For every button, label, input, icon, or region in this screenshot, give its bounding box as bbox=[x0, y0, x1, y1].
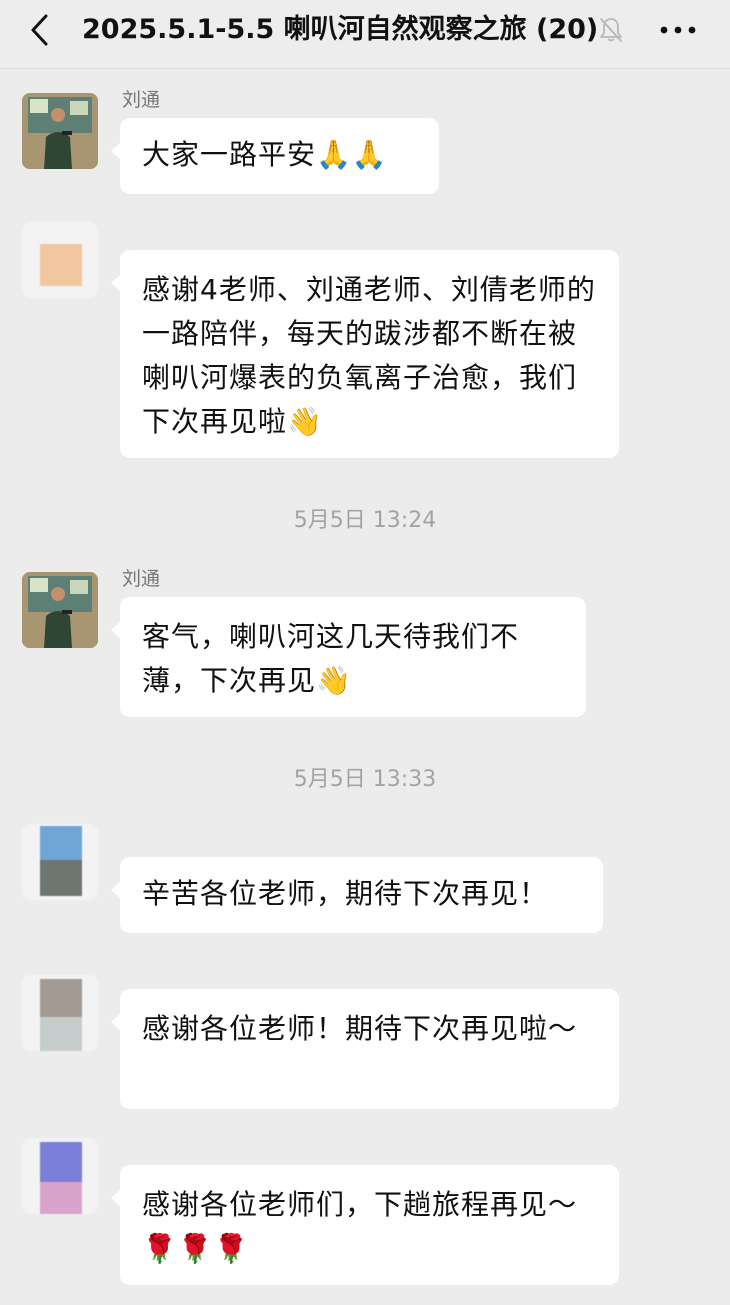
chat-title: 2025.5.1-5.5 喇叭河自然观察之旅 bbox=[82, 14, 527, 45]
timestamp: 5月5日 13:33 bbox=[293, 767, 437, 792]
back-button[interactable] bbox=[20, 10, 60, 50]
avatar-liutong[interactable] bbox=[22, 572, 98, 648]
avatar-member[interactable] bbox=[22, 975, 98, 1051]
avatar-block bbox=[40, 826, 82, 860]
message-bubble[interactable]: 辛苦各位老师，期待下次再见！ bbox=[111, 857, 603, 933]
avatar-block bbox=[40, 1142, 82, 1182]
message-bubble[interactable]: 感谢4老师、刘通老师、刘倩老师的一路陪伴，每天的跋涉都不断在被喇叭河爆表的负氧离… bbox=[111, 250, 619, 458]
more-button[interactable] bbox=[656, 18, 700, 42]
avatar-block bbox=[40, 1017, 82, 1051]
message-bubble[interactable]: 客气，喇叭河这几天待我们不薄，下次再见👋 bbox=[111, 597, 586, 717]
avatar-member[interactable] bbox=[22, 824, 98, 900]
timestamp: 5月5日 13:24 bbox=[293, 508, 437, 533]
more-dots-icon bbox=[660, 26, 696, 34]
chat-header: 2025.5.1-5.5 喇叭河自然观察之旅 (20) bbox=[0, 0, 730, 69]
sender-name: 刘通 bbox=[122, 89, 161, 111]
bell-off-icon bbox=[600, 18, 622, 42]
avatar-block bbox=[40, 860, 82, 896]
avatar-block bbox=[40, 244, 82, 286]
chevron-left-icon bbox=[31, 14, 48, 46]
person-photo-icon bbox=[22, 572, 98, 648]
avatar-member[interactable] bbox=[22, 1138, 98, 1214]
avatar-liutong[interactable] bbox=[22, 93, 98, 169]
avatar-member[interactable] bbox=[22, 222, 98, 298]
member-count: (20) bbox=[536, 14, 599, 45]
sender-name: 刘通 bbox=[122, 568, 161, 590]
message-bubble[interactable]: 感谢各位老师！期待下次再见啦～ bbox=[111, 989, 619, 1109]
person-photo-icon bbox=[22, 93, 98, 169]
message-bubble[interactable]: 感谢各位老师们，下趟旅程再见～ 🌹🌹🌹 bbox=[111, 1165, 619, 1285]
message-bubble[interactable]: 大家一路平安🙏🙏 bbox=[111, 118, 439, 194]
avatar-block bbox=[40, 979, 82, 1017]
avatar-block bbox=[40, 1182, 82, 1214]
